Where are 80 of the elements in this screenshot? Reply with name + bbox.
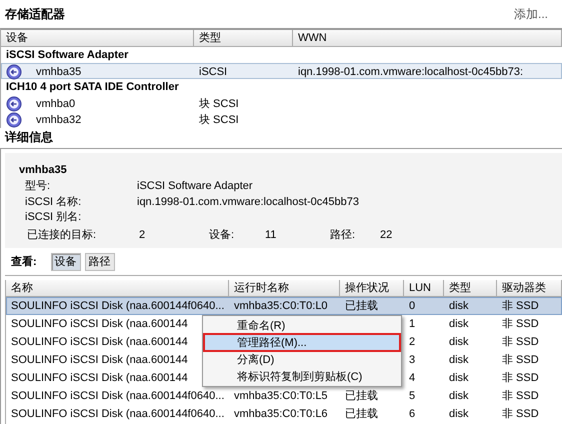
device-status: 已挂载 — [345, 389, 378, 403]
add-link[interactable]: 添加... — [514, 7, 548, 21]
stat-label: 路径: — [330, 228, 356, 242]
group-header: ICH10 4 port SATA IDE Controller — [5, 80, 180, 95]
device-type: disk — [449, 353, 469, 367]
drive-type: 非 SSD — [502, 299, 539, 313]
device-name[interactable]: SOULINFO iSCSI Disk (naa.600144 — [11, 371, 188, 385]
runtime-name: vmhba35:C0:T0:L6 — [234, 407, 328, 421]
device-name[interactable]: SOULINFO iSCSI Disk (naa.600144 — [11, 317, 188, 331]
section-title: 存储适配器 — [5, 6, 65, 22]
device-name[interactable]: SOULINFO iSCSI Disk (naa.600144f0640... — [11, 299, 224, 313]
drive-type: 非 SSD — [502, 335, 539, 349]
adapter-type: 块 SCSI — [199, 113, 239, 127]
device-type: disk — [449, 407, 469, 421]
adapter-row[interactable]: vmhba32 块 SCSI — [1, 111, 562, 127]
field-value: iqn.1998-01.com.vmware:localhost-0c45bb73 — [137, 194, 360, 210]
device-name[interactable]: SOULINFO iSCSI Disk (naa.600144f0640... — [11, 389, 224, 403]
details-title: 详细信息 — [5, 130, 53, 145]
drive-type: 非 SSD — [502, 389, 539, 403]
device-name[interactable]: SOULINFO iSCSI Disk (naa.600144 — [11, 353, 188, 367]
device-type: disk — [449, 371, 469, 385]
device-status: 已挂载 — [345, 299, 378, 313]
adapter-icon — [6, 112, 22, 128]
device-type: disk — [449, 299, 469, 313]
runtime-name: vmhba35:C0:T0:L0 — [234, 299, 328, 313]
device-type: disk — [449, 335, 469, 349]
menu-item[interactable]: 管理路径(M)... — [204, 334, 400, 351]
column-header[interactable]: 类型 — [194, 30, 293, 47]
runtime-name: vmhba35:C0:T0:L5 — [234, 389, 328, 403]
column-header[interactable]: 运行时名称 — [229, 280, 340, 297]
drive-type: 非 SSD — [502, 407, 539, 421]
device-name[interactable]: SOULINFO iSCSI Disk (naa.600144f0640... — [11, 407, 224, 421]
stat-value: 22 — [380, 228, 394, 242]
lun-number: 0 — [409, 299, 416, 313]
adapter-icon — [6, 64, 22, 80]
field-value: iSCSI Software Adapter — [137, 179, 254, 194]
lun-number: 6 — [409, 407, 416, 421]
lun-number: 5 — [409, 389, 416, 403]
menu-item[interactable]: 分离(D) — [204, 351, 400, 368]
column-header[interactable]: 设备 — [1, 30, 194, 47]
adapter-name: vmhba32 — [36, 113, 82, 127]
stat-label: 设备: — [209, 228, 236, 242]
lun-number: 2 — [409, 335, 416, 349]
device-type: disk — [449, 317, 469, 331]
adapter-row[interactable]: vmhba35 iSCSI iqn.1998-01.com.vmware:localhost-0c45bb73: — [1, 63, 562, 79]
device-name[interactable]: SOULINFO iSCSI Disk (naa.600144 — [11, 335, 188, 349]
adapter-name: vmhba0 — [36, 97, 76, 111]
adapter-wwn: iqn.1998-01.com.vmware:localhost-0c45bb73: — [298, 65, 524, 79]
lun-number: 3 — [409, 353, 416, 367]
menu-item[interactable]: 将标识符复制到剪贴板(C) — [204, 368, 400, 385]
view-button[interactable]: 设备 — [50, 252, 81, 270]
adapter-title: vmhba35 — [19, 163, 68, 178]
column-header[interactable]: LUN — [404, 280, 444, 297]
view-label: 查看: — [11, 254, 37, 268]
column-header[interactable]: 驱动器类 — [497, 280, 562, 297]
lun-number: 4 — [409, 371, 416, 385]
stat-label: 已连接的目标: — [27, 228, 98, 242]
drive-type: 非 SSD — [502, 371, 539, 385]
field-label: iSCSI 别名: — [25, 210, 82, 226]
column-header[interactable]: 类型 — [444, 280, 497, 297]
adapter-type: 块 SCSI — [199, 97, 239, 111]
drive-type: 非 SSD — [502, 317, 539, 331]
field-label: 型号: — [25, 179, 52, 194]
adapter-icon — [6, 96, 22, 112]
stat-value: 11 — [265, 228, 278, 242]
column-header[interactable]: 名称 — [6, 280, 229, 297]
field-label: iSCSI 名称: — [25, 194, 82, 210]
adapter-name: vmhba35 — [36, 65, 82, 79]
view-button[interactable]: 路径 — [84, 252, 115, 270]
lun-number: 1 — [409, 317, 416, 331]
device-status: 已挂载 — [345, 407, 378, 421]
adapter-row[interactable]: vmhba0 块 SCSI — [1, 95, 562, 111]
column-header[interactable]: WWN — [293, 30, 562, 47]
group-header: iSCSI Software Adapter — [5, 48, 130, 63]
column-header[interactable]: 操作状况 — [340, 280, 404, 297]
adapter-type: iSCSI — [199, 65, 228, 79]
stat-value: 2 — [139, 228, 146, 242]
drive-type: 非 SSD — [502, 353, 539, 367]
menu-item[interactable]: 重命名(R) — [204, 317, 400, 334]
device-type: disk — [449, 389, 469, 403]
